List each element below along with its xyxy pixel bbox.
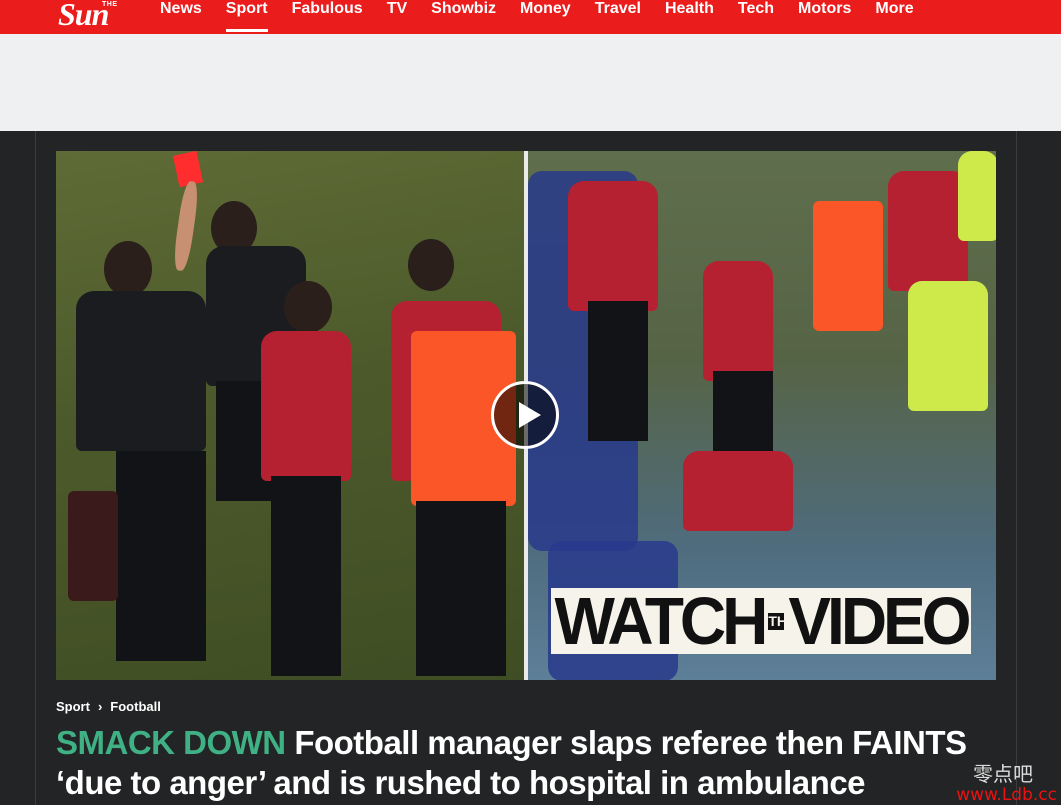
yellow-bib-edge [958,151,996,241]
nav-item-fabulous[interactable]: Fabulous [280,0,375,34]
article-header: WATCH THE VIDEO Sport › Football SMACK D… [0,131,1061,805]
yellow-bib-player [908,281,988,411]
breadcrumb: Sport › Football [56,699,161,714]
blurred-legs [588,301,648,441]
orange-bib-player [813,201,883,331]
nav-item-more[interactable]: More [863,0,925,34]
watermark-url: www.Ldb.cc [956,785,1057,805]
breadcrumb-sport[interactable]: Sport [56,699,90,714]
the-sun-logo[interactable]: Sun THE [58,0,146,34]
video-text: VIDEO [788,583,971,659]
nav-item-travel[interactable]: Travel [583,0,653,34]
nav-menu: News Sport Fabulous TV Showbiz Money Tra… [148,0,926,34]
the-text: THE [768,612,797,630]
headline-kicker: SMACK DOWN [56,724,286,761]
chevron-right-icon: › [97,699,103,714]
watch-the-video-banner[interactable]: WATCH THE VIDEO [551,583,972,659]
assistant-head [104,241,152,297]
collapsed-manager [683,451,793,531]
nav-item-health[interactable]: Health [653,0,726,34]
nav-item-news[interactable]: News [148,0,214,34]
site-watermark: 零点吧 www.Ldb.cc [940,758,1061,805]
watch-text: WATCH [554,583,768,659]
red-player [888,171,968,291]
video-player[interactable]: WATCH THE VIDEO [56,151,996,680]
article-headline: SMACK DOWN Football manager slaps refere… [56,723,1006,803]
ad-banner-space [0,34,1061,131]
raised-arm [171,180,201,272]
logo-the: THE [102,1,118,8]
assistant-legs [116,451,206,661]
top-navigation: Sun THE News Sport Fabulous TV Showbiz M… [0,0,1061,34]
manager-figure [261,331,351,481]
breadcrumb-football[interactable]: Football [110,699,161,714]
watermark-cn: 零点吧 [973,762,1033,786]
staff-legs [416,501,506,676]
logo-wordmark: Sun [58,0,109,32]
blurred-staff [568,181,658,311]
staff-head [408,239,454,291]
manager-head [284,281,332,333]
play-icon[interactable] [491,381,559,449]
assistant-referee-figure [76,291,206,451]
video-thumbnail-left [56,151,524,680]
manager-legs [271,476,341,676]
nav-item-money[interactable]: Money [508,0,583,34]
nav-item-sport[interactable]: Sport [214,0,280,34]
substitution-board [68,491,118,601]
nav-item-showbiz[interactable]: Showbiz [419,0,508,34]
manager-in-crowd [703,261,773,381]
nav-item-tv[interactable]: TV [375,0,419,34]
nav-item-motors[interactable]: Motors [786,0,863,34]
nav-item-tech[interactable]: Tech [726,0,786,34]
column-rule-left [35,131,36,805]
column-rule-right [1016,131,1017,805]
